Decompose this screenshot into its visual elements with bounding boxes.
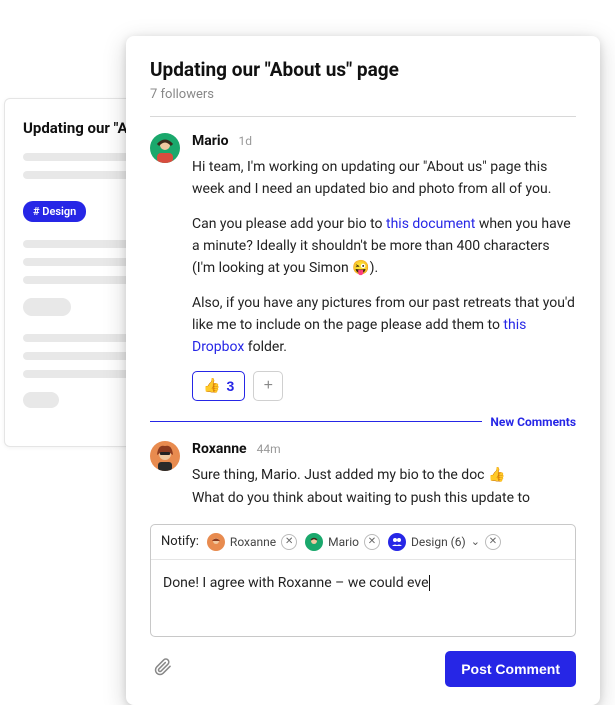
timestamp: 44m [257,442,281,456]
remove-chip-button[interactable]: ✕ [281,534,297,550]
document-link[interactable]: this document [386,216,475,232]
remove-chip-button[interactable]: ✕ [364,534,380,550]
emoji-tongue: 😜 [352,260,369,276]
avatar[interactable] [150,133,180,163]
text: What do you think about waiting to push … [192,490,530,506]
text: Hi team, I'm working on updating our "Ab… [192,159,551,197]
chip-label: Design (6) [411,535,466,549]
reactions-row: 👍 3 + [192,371,576,401]
placeholder-pill [23,392,59,408]
notify-chip-mario[interactable]: Mario ✕ [305,533,380,551]
comment-header: Mario 1d [192,133,576,149]
text: Sure thing, Mario. Just added my bio to … [192,467,488,483]
placeholder-pill [23,298,71,316]
avatar-icon [207,533,225,551]
add-reaction-button[interactable]: + [253,371,283,401]
text: ). [370,260,379,276]
text: Can you please add your bio to [192,216,386,232]
thumbs-up-icon: 👍 [488,467,505,483]
text: folder. [244,339,287,355]
new-comments-label: New Comments [482,415,576,429]
placeholder-line [23,370,141,378]
avatar[interactable] [150,441,180,471]
author-name[interactable]: Roxanne [192,441,247,457]
comment-text: Hi team, I'm working on updating our "Ab… [192,157,576,359]
chip-label: Mario [328,535,359,549]
thread-title: Updating our "About us" page [150,58,576,81]
paperclip-icon [154,658,172,676]
comment-text: Sure thing, Mario. Just added my bio to … [192,465,576,510]
chevron-down-icon[interactable]: ⌄ [471,535,480,548]
notify-label: Notify: [161,534,199,549]
group-icon [388,533,406,551]
thumbs-up-icon: 👍 [203,377,220,394]
notify-row: Notify: Roxanne ✕ Mario ✕ Design (6 [151,525,575,560]
compose-content: Done! I agree with Roxanne – we could ev… [163,575,429,591]
follower-count[interactable]: 7 followers [150,87,576,102]
compose-footer: Post Comment [150,651,576,687]
thread-panel: Updating our "About us" page 7 followers… [126,36,600,705]
attach-button[interactable] [150,654,176,683]
text-cursor [429,575,430,591]
comment-header: Roxanne 44m [192,441,576,457]
comment-body: Roxanne 44m Sure thing, Mario. Just adde… [192,441,576,510]
notify-chip-design-group[interactable]: Design (6) ⌄ ✕ [388,533,501,551]
compose-box: Notify: Roxanne ✕ Mario ✕ Design (6 [150,524,576,637]
remove-chip-button[interactable]: ✕ [485,534,501,550]
notify-chip-roxanne[interactable]: Roxanne ✕ [207,533,297,551]
divider [150,116,576,117]
comment: Mario 1d Hi team, I'm working on updatin… [150,133,576,401]
reaction-count: 3 [226,378,234,394]
divider-line [150,421,482,422]
avatar-icon [305,533,323,551]
comment-body: Mario 1d Hi team, I'm working on updatin… [192,133,576,401]
comment-input[interactable]: Done! I agree with Roxanne – we could ev… [151,560,575,636]
design-tag[interactable]: # Design [23,201,86,222]
chip-label: Roxanne [230,535,276,549]
new-comments-divider: New Comments [150,415,576,429]
comment: Roxanne 44m Sure thing, Mario. Just adde… [150,441,576,510]
reaction-thumbs-up[interactable]: 👍 3 [192,371,245,401]
timestamp: 1d [238,134,252,148]
post-comment-button[interactable]: Post Comment [445,651,576,687]
author-name[interactable]: Mario [192,133,228,149]
